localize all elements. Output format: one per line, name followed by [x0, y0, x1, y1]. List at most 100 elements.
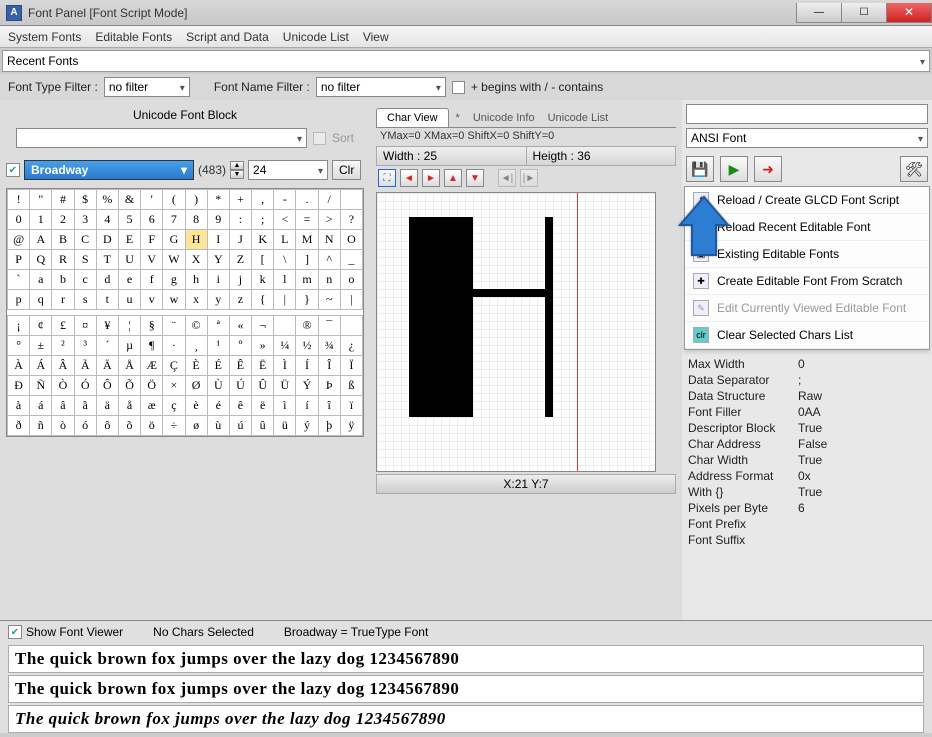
- char-cell[interactable]: ã: [74, 396, 96, 416]
- char-cell[interactable]: 9: [207, 210, 229, 230]
- char-cell[interactable]: 6: [141, 210, 163, 230]
- char-cell[interactable]: R: [52, 250, 74, 270]
- char-cell[interactable]: H: [185, 230, 207, 250]
- sort-checkbox[interactable]: [313, 132, 326, 145]
- char-cell[interactable]: Û: [252, 376, 274, 396]
- char-cell[interactable]: [: [252, 250, 274, 270]
- char-cell[interactable]: C: [74, 230, 96, 250]
- export-icon[interactable]: ➜: [754, 156, 782, 182]
- char-cell[interactable]: ²: [52, 336, 74, 356]
- char-cell[interactable]: å: [118, 396, 140, 416]
- char-cell[interactable]: ,: [252, 190, 274, 210]
- char-cell[interactable]: n: [318, 270, 340, 290]
- char-cell[interactable]: §: [141, 316, 163, 336]
- char-cell[interactable]: 7: [163, 210, 185, 230]
- char-cell[interactable]: +: [229, 190, 251, 210]
- char-cell[interactable]: m: [296, 270, 318, 290]
- char-cell[interactable]: Ú: [229, 376, 251, 396]
- char-cell[interactable]: ó: [74, 416, 96, 436]
- char-cell[interactable]: 8: [185, 210, 207, 230]
- char-cell[interactable]: Ü: [274, 376, 296, 396]
- ctx-existing-fonts[interactable]: ▣Existing Editable Fonts: [685, 241, 929, 268]
- char-cell[interactable]: ®: [296, 316, 318, 336]
- char-cell[interactable]: ^: [318, 250, 340, 270]
- char-cell[interactable]: [274, 316, 296, 336]
- char-cell[interactable]: ú: [229, 416, 251, 436]
- show-viewer-checkbox[interactable]: ✔: [8, 625, 22, 639]
- font-search-input[interactable]: [686, 104, 928, 124]
- char-cell[interactable]: ´: [96, 336, 118, 356]
- char-cell[interactable]: ¥: [96, 316, 118, 336]
- char-cell[interactable]: º: [229, 336, 251, 356]
- char-cell[interactable]: g: [163, 270, 185, 290]
- play-icon[interactable]: ▶: [720, 156, 748, 182]
- char-cell[interactable]: X: [185, 250, 207, 270]
- char-cell[interactable]: Á: [30, 356, 52, 376]
- tab-star[interactable]: *: [450, 109, 466, 127]
- char-cell[interactable]: ñ: [30, 416, 52, 436]
- char-cell[interactable]: s: [74, 290, 96, 310]
- char-cell[interactable]: Ñ: [30, 376, 52, 396]
- save-icon[interactable]: 💾: [686, 156, 714, 182]
- char-cell[interactable]: á: [30, 396, 52, 416]
- char-cell[interactable]: ?: [340, 210, 362, 230]
- char-cell[interactable]: e: [118, 270, 140, 290]
- char-cell[interactable]: /: [318, 190, 340, 210]
- char-cell[interactable]: N: [318, 230, 340, 250]
- char-cell[interactable]: a: [30, 270, 52, 290]
- char-cell[interactable]: *: [207, 190, 229, 210]
- char-cell[interactable]: i: [207, 270, 229, 290]
- char-cell[interactable]: P: [8, 250, 30, 270]
- char-cell[interactable]: ¹: [207, 336, 229, 356]
- char-cell[interactable]: x: [185, 290, 207, 310]
- char-cell[interactable]: µ: [118, 336, 140, 356]
- char-cell[interactable]: T: [96, 250, 118, 270]
- glyph-canvas[interactable]: [376, 192, 656, 472]
- menu-unicode-list[interactable]: Unicode List: [283, 30, 349, 44]
- char-cell[interactable]: l: [274, 270, 296, 290]
- char-cell[interactable]: è: [185, 396, 207, 416]
- char-cell[interactable]: [340, 190, 362, 210]
- minimize-button[interactable]: [796, 3, 842, 23]
- menu-editable-fonts[interactable]: Editable Fonts: [95, 30, 172, 44]
- char-cell[interactable]: Ê: [229, 356, 251, 376]
- char-cell[interactable]: Ø: [185, 376, 207, 396]
- char-cell[interactable]: Ò: [52, 376, 74, 396]
- char-cell[interactable]: »: [252, 336, 274, 356]
- char-cell[interactable]: ì: [274, 396, 296, 416]
- skip-right-icon[interactable]: |►: [520, 169, 538, 187]
- char-cell[interactable]: F: [141, 230, 163, 250]
- char-cell[interactable]: ;: [252, 210, 274, 230]
- char-cell[interactable]: d: [96, 270, 118, 290]
- char-cell[interactable]: ¬: [252, 316, 274, 336]
- char-cell[interactable]: ¼: [274, 336, 296, 356]
- char-cell[interactable]: ±: [30, 336, 52, 356]
- char-cell[interactable]: ]: [296, 250, 318, 270]
- char-cell[interactable]: ö: [141, 416, 163, 436]
- char-cell[interactable]: y: [207, 290, 229, 310]
- char-cell[interactable]: £: [52, 316, 74, 336]
- char-cell[interactable]: $: [74, 190, 96, 210]
- char-cell[interactable]: í: [296, 396, 318, 416]
- char-cell[interactable]: Y: [207, 250, 229, 270]
- tab-unicode-info[interactable]: Unicode Info: [467, 109, 541, 127]
- arrow-down-icon[interactable]: ▼: [466, 169, 484, 187]
- char-cell[interactable]: A: [30, 230, 52, 250]
- skip-left-icon[interactable]: ◄|: [498, 169, 516, 187]
- char-cell[interactable]: _: [340, 250, 362, 270]
- char-cell[interactable]: {: [252, 290, 274, 310]
- char-cell[interactable]: f: [141, 270, 163, 290]
- char-cell[interactable]: î: [318, 396, 340, 416]
- char-cell[interactable]: k: [252, 270, 274, 290]
- font-count-spinner[interactable]: ▲▼: [230, 161, 244, 179]
- char-cell[interactable]: Å: [118, 356, 140, 376]
- char-cell[interactable]: Ë: [252, 356, 274, 376]
- ctx-reload-create-script[interactable]: fReload / Create GLCD Font Script: [685, 187, 929, 214]
- char-cell[interactable]: 5: [118, 210, 140, 230]
- char-cell[interactable]: z: [229, 290, 251, 310]
- char-cell[interactable]: !: [8, 190, 30, 210]
- char-cell[interactable]: ¶: [141, 336, 163, 356]
- char-cell[interactable]: Z: [229, 250, 251, 270]
- char-cell[interactable]: ¿: [340, 336, 362, 356]
- unicode-block-select[interactable]: [16, 128, 307, 148]
